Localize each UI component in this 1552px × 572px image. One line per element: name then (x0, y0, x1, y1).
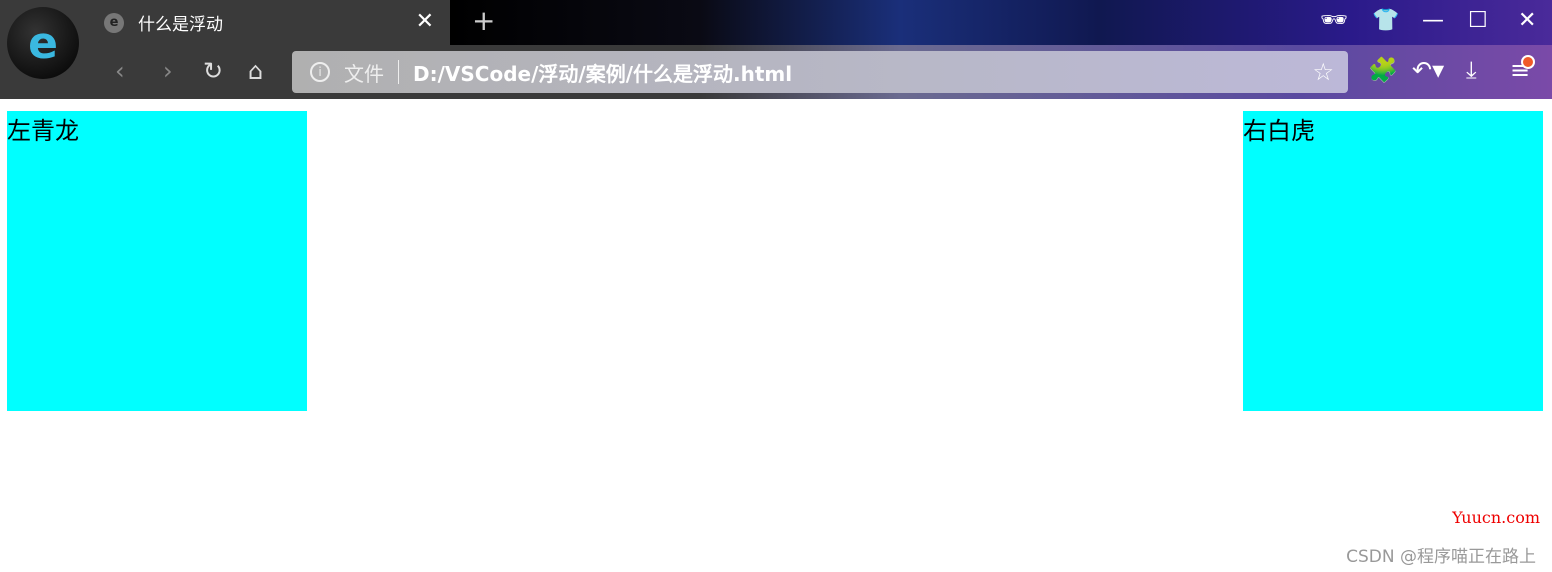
tab-active[interactable]: e 什么是浮动 ✕ (90, 0, 450, 45)
home-icon[interactable]: ⌂ (248, 57, 263, 85)
browser-chrome: e e 什么是浮动 ✕ + 🕶 👕 — ☐ ✕ ‹ › ↻ ⌂ i 文件 D:/… (0, 0, 1552, 99)
forward-icon[interactable]: › (163, 57, 173, 85)
close-tab-icon[interactable]: ✕ (416, 9, 434, 34)
right-float-box: 右白虎 (1243, 111, 1543, 411)
download-icon[interactable]: ⤓ (1466, 56, 1477, 84)
address-label: 文件 (344, 61, 384, 86)
url-text[interactable]: D:/VSCode/浮动/案例/什么是浮动.html (413, 58, 792, 87)
notification-badge (1521, 55, 1535, 69)
skin-icon[interactable]: 👕 (1372, 8, 1399, 33)
info-icon[interactable]: i (310, 62, 330, 82)
close-window-icon[interactable]: ✕ (1518, 8, 1536, 33)
back-icon[interactable]: ‹ (115, 57, 125, 85)
new-tab-icon[interactable]: + (472, 4, 495, 37)
extensions-icon[interactable]: 🧩 (1368, 56, 1398, 84)
address-bar[interactable]: i 文件 D:/VSCode/浮动/案例/什么是浮动.html ☆ (292, 51, 1348, 93)
bookmark-star-icon[interactable]: ☆ (1312, 58, 1334, 86)
reload-icon[interactable]: ↻ (203, 57, 223, 85)
minimize-icon[interactable]: — (1422, 8, 1444, 33)
undo-icon[interactable]: ↶▾ (1412, 56, 1444, 84)
divider (398, 60, 399, 84)
left-float-box: 左青龙 (7, 111, 307, 411)
browser-logo-icon[interactable]: e (7, 7, 79, 79)
watermark-author: CSDN @程序喵正在路上 (1346, 547, 1536, 567)
incognito-icon[interactable]: 🕶 (1320, 8, 1348, 33)
tab-favicon-icon: e (104, 12, 124, 33)
maximize-icon[interactable]: ☐ (1468, 8, 1488, 33)
watermark-site: Yuucn.com (1452, 508, 1540, 527)
tab-title: 什么是浮动 (138, 15, 223, 35)
